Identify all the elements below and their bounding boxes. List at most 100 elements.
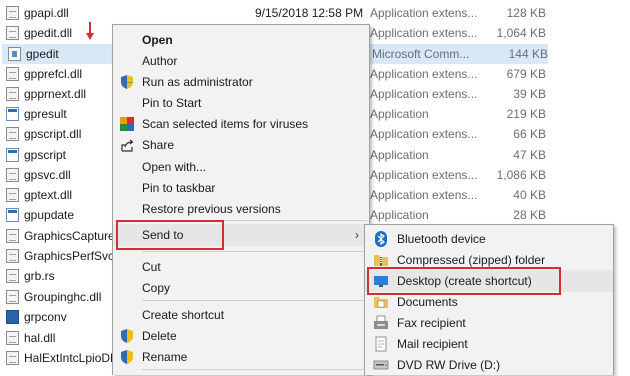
menu-item-open[interactable]: Open	[113, 29, 369, 51]
menu-separator	[142, 251, 367, 252]
exe-file-icon	[6, 208, 19, 222]
menu-item-open-with[interactable]: Open with...	[113, 156, 369, 178]
file-type: Application extens...	[370, 6, 478, 20]
menu-item-mail-recipient[interactable]: Mail recipient	[365, 333, 613, 355]
file-size: 28 KB	[513, 208, 546, 222]
dll-file-icon	[6, 331, 19, 345]
file-row[interactable]: gpapi.dll 9/15/2018 12:58 PM Application…	[0, 3, 630, 23]
file-size: 39 KB	[513, 87, 546, 101]
menu-item-create-shortcut[interactable]: Create shortcut	[113, 304, 369, 326]
file-type: Application extens...	[370, 87, 478, 101]
file-name: gpprnext.dll	[24, 87, 87, 101]
file-size: 47 KB	[513, 148, 546, 162]
file-name: gpedit.dll	[24, 26, 73, 40]
exe-file-icon	[6, 148, 19, 162]
uac-shield-icon	[121, 75, 133, 89]
file-type: Application extens...	[370, 127, 478, 141]
menu-item-label: Open with...	[142, 160, 207, 174]
dll-file-icon	[6, 67, 19, 81]
menu-item-cut[interactable]: Cut	[113, 256, 369, 278]
menu-item-bluetooth-device[interactable]: Bluetooth device	[365, 228, 613, 250]
menu-item-label: Mail recipient	[397, 337, 468, 351]
antivirus-icon	[120, 117, 134, 131]
dll-file-icon	[6, 351, 19, 365]
file-name: gptext.dll	[24, 188, 73, 202]
file-name: grb.rs	[24, 269, 55, 283]
menu-item-pin-to-taskbar[interactable]: Pin to taskbar	[113, 177, 369, 199]
menu-item-label: Delete	[142, 329, 177, 343]
mail-icon	[375, 336, 387, 352]
menu-item-pin-to-start[interactable]: Pin to Start	[113, 92, 369, 114]
file-name: hal.dll	[24, 331, 56, 345]
dll-file-icon	[6, 269, 19, 283]
file-type: Application extens...	[370, 168, 478, 182]
file-name: GraphicsPerfSvc.	[24, 249, 114, 263]
red-down-arrow-icon	[86, 22, 94, 40]
zip-folder-icon	[374, 255, 388, 266]
menu-item-label: Run as administrator	[142, 75, 253, 89]
menu-item-dvd-drive[interactable]: DVD RW Drive (D:)	[365, 354, 613, 376]
file-size: 1,064 KB	[496, 26, 546, 40]
fax-icon	[374, 315, 388, 329]
file-type: Application extens...	[370, 188, 478, 202]
menu-item-share[interactable]: Share	[113, 134, 369, 156]
menu-item-label: Scan selected items for viruses	[142, 117, 309, 131]
file-name: grpconv	[24, 310, 67, 324]
menu-item-label: Rename	[142, 350, 188, 364]
exe-file-icon	[6, 107, 19, 121]
file-type: Application extens...	[370, 26, 478, 40]
file-type: Application	[370, 148, 429, 162]
menu-item-label: Restore previous versions	[142, 202, 281, 216]
uac-shield-icon	[121, 350, 133, 364]
dll-file-icon	[6, 87, 19, 101]
context-menu: Open Author Run as administrator Pin to …	[112, 24, 370, 375]
file-type: Application	[370, 107, 429, 121]
share-icon	[121, 139, 134, 152]
dll-file-icon	[6, 168, 19, 182]
file-name: GraphicsCapture	[24, 229, 114, 243]
menu-item-label: Documents	[397, 295, 458, 309]
dll-file-icon	[6, 229, 19, 243]
file-type: Microsoft Comm...	[372, 47, 470, 61]
dll-file-icon	[6, 6, 19, 20]
file-name: Groupinghc.dll	[24, 290, 102, 304]
send-to-highlight	[116, 220, 224, 250]
menu-item-restore-previous-versions[interactable]: Restore previous versions	[113, 198, 369, 220]
documents-icon	[374, 297, 388, 308]
file-name: HalExtIntcLpioDM	[24, 351, 114, 365]
file-size: 679 KB	[506, 67, 546, 81]
menu-item-scan-viruses[interactable]: Scan selected items for viruses	[113, 113, 369, 135]
file-date: 9/15/2018 12:58 PM	[255, 6, 364, 20]
menu-item-label: Copy	[142, 281, 171, 295]
menu-item-label: DVD RW Drive (D:)	[397, 358, 501, 372]
menu-item-label: Share	[142, 138, 175, 152]
file-name: gpprefcl.dll	[24, 67, 83, 81]
menu-item-run-as-administrator[interactable]: Run as administrator	[113, 71, 369, 93]
msc-file-icon	[8, 47, 21, 61]
menu-item-label: Create shortcut	[142, 308, 225, 322]
menu-item-label: Bluetooth device	[397, 232, 486, 246]
menu-item-label: Open	[142, 33, 173, 47]
grpconv-icon	[6, 310, 19, 324]
menu-item-fax-recipient[interactable]: Fax recipient	[365, 312, 613, 334]
menu-item-rename[interactable]: Rename	[113, 346, 369, 368]
menu-item-copy[interactable]: Copy	[113, 277, 369, 299]
menu-item-documents[interactable]: Documents	[365, 291, 613, 313]
menu-item-label: Cut	[142, 260, 161, 274]
menu-item-author[interactable]: Author	[113, 50, 369, 72]
file-type: Application	[370, 208, 429, 222]
file-name: gpedit	[26, 47, 59, 61]
menu-item-delete[interactable]: Delete	[113, 325, 369, 347]
menu-separator	[142, 369, 367, 370]
file-size: 219 KB	[506, 107, 546, 121]
file-size: 66 KB	[513, 127, 546, 141]
menu-separator	[142, 300, 367, 301]
menu-item-label: Fax recipient	[397, 316, 466, 330]
menu-item-label: Pin to Start	[142, 96, 202, 110]
file-name: gpresult	[24, 107, 67, 121]
send-to-submenu: Bluetooth device Compressed (zipped) fol…	[364, 224, 614, 375]
bluetooth-icon	[375, 231, 387, 247]
file-name: gpscript	[24, 148, 67, 162]
file-size: 1,086 KB	[496, 168, 546, 182]
file-size: 128 KB	[506, 6, 546, 20]
